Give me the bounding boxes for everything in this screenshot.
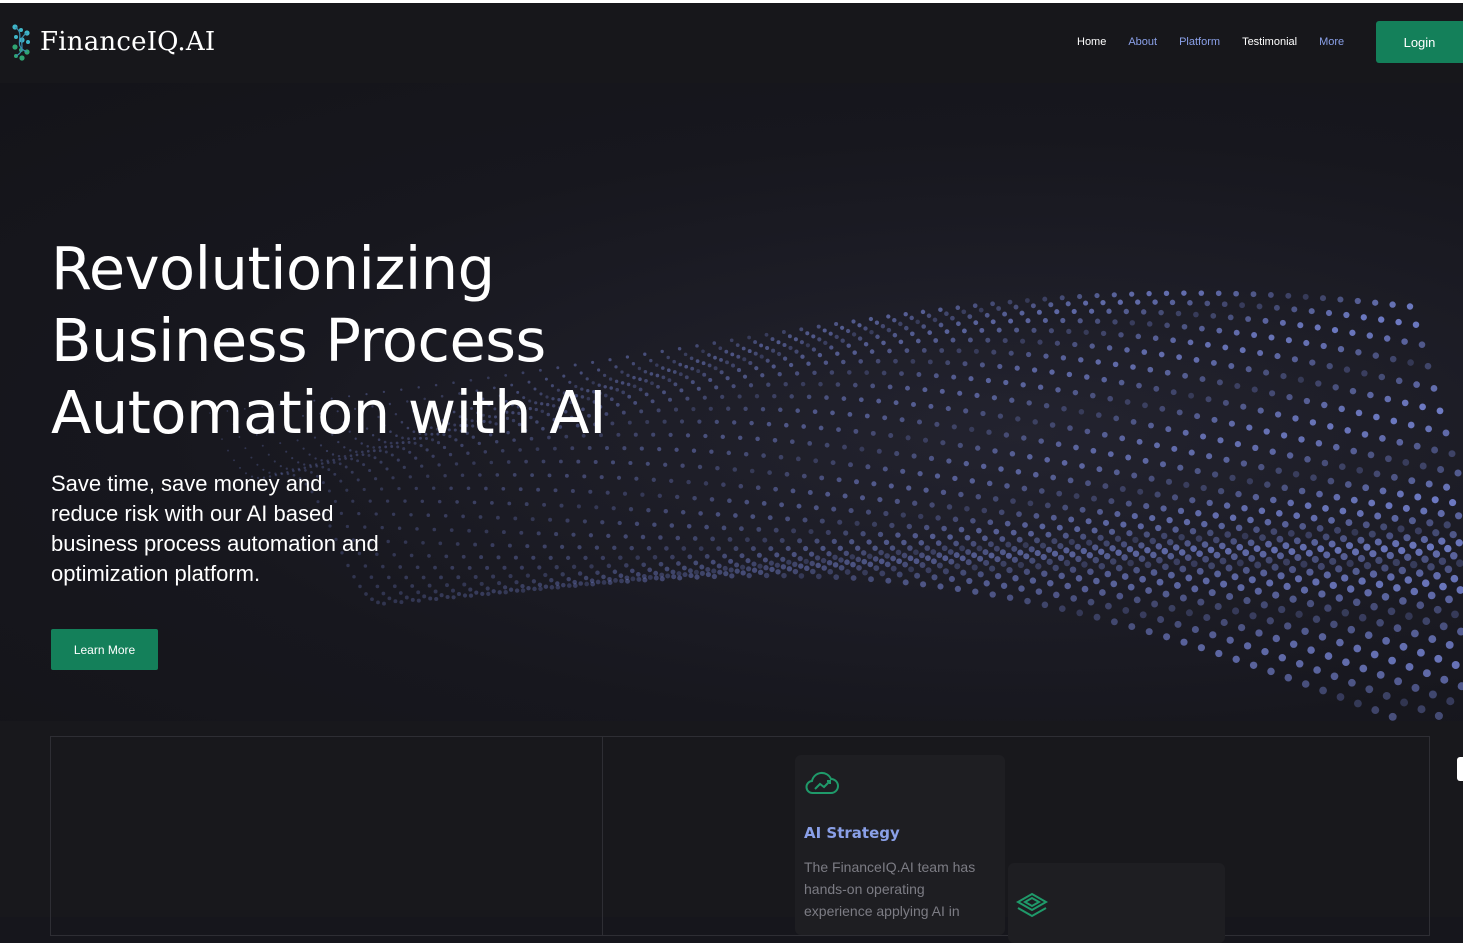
nav-more[interactable]: More xyxy=(1319,36,1344,48)
main-menu: Home About Platform Testimonial More xyxy=(1077,36,1366,48)
side-scroll-handle[interactable] xyxy=(1457,757,1463,781)
feature-card-second[interactable] xyxy=(1008,863,1225,943)
dna-helix-icon xyxy=(12,24,30,61)
hero-title: Revolutionizing Business Process Automat… xyxy=(51,234,607,447)
nav-platform[interactable]: Platform xyxy=(1179,36,1220,48)
navbar: FinanceIQ.AI Home About Platform Testimo… xyxy=(0,3,1463,83)
hero-subtitle: Save time, save money and reduce risk wi… xyxy=(51,471,379,586)
feature-card-ai-strategy[interactable]: AI Strategy The FinanceIQ.AI team has ha… xyxy=(795,755,1005,935)
nav-testimonial[interactable]: Testimonial xyxy=(1242,36,1297,48)
features-section: AI Strategy The FinanceIQ.AI team has ha… xyxy=(0,721,1463,943)
nav-about[interactable]: About xyxy=(1128,36,1157,48)
hero-section: Revolutionizing Business Process Automat… xyxy=(0,83,1463,721)
brand-name: FinanceIQ.AI xyxy=(40,27,216,57)
learn-more-button[interactable]: Learn More xyxy=(51,629,158,670)
features-divider xyxy=(602,736,603,936)
login-button[interactable]: Login xyxy=(1376,21,1463,63)
feature-card-title: AI Strategy xyxy=(804,824,900,842)
brand-logo[interactable]: FinanceIQ.AI xyxy=(9,23,215,61)
layers-diamond-icon xyxy=(1015,892,1049,918)
feature-card-text: The FinanceIQ.AI team has hands-on opera… xyxy=(804,859,976,919)
cloud-chart-icon xyxy=(805,771,839,794)
nav-home[interactable]: Home xyxy=(1077,36,1106,48)
